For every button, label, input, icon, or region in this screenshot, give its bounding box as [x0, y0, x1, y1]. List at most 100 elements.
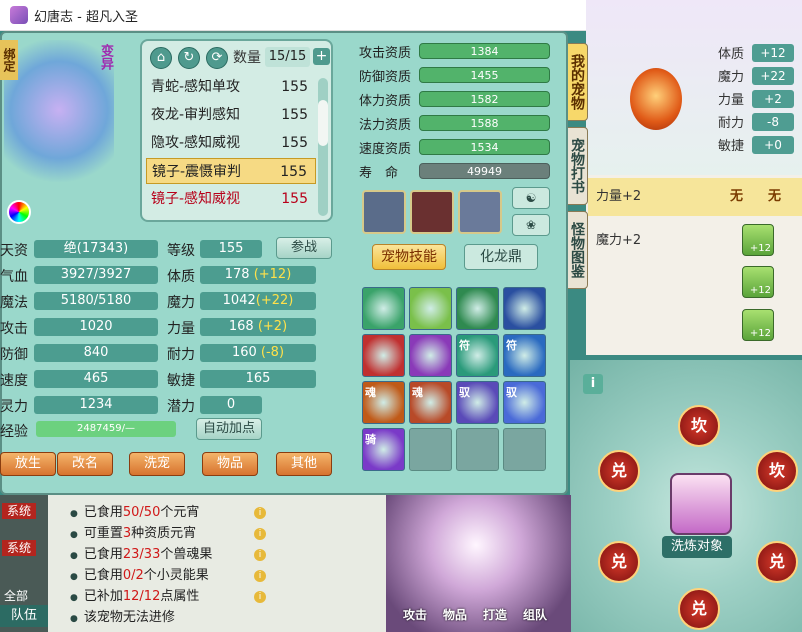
- skill-icon[interactable]: 符: [503, 334, 546, 377]
- skill-slot-empty[interactable]: [409, 428, 452, 471]
- talent-label: 天资: [0, 243, 28, 259]
- aptitude-bar: 49949: [419, 163, 550, 179]
- info-icon[interactable]: i: [254, 528, 266, 540]
- info-count: 3: [122, 526, 132, 541]
- skill-icon[interactable]: 驭: [456, 381, 499, 424]
- color-wheel-icon[interactable]: [7, 200, 31, 224]
- skill-icon[interactable]: 驭: [503, 381, 546, 424]
- attr-row-magic: 魔力+2: [596, 233, 642, 248]
- pet-name: 隐攻-感知威视: [151, 135, 241, 151]
- skill-icon[interactable]: [503, 287, 546, 330]
- pet-list-item[interactable]: 青蛇-感知单攻 155: [146, 74, 316, 100]
- app-icon: [10, 6, 28, 24]
- skill-slot-empty[interactable]: [503, 428, 546, 471]
- pet-list-item[interactable]: 隐攻-感知威视 155: [146, 130, 316, 156]
- add-pet-button[interactable]: +: [313, 48, 330, 65]
- qty-value: 15/15: [265, 47, 310, 67]
- info-text: 种资质元宵: [131, 526, 197, 541]
- pet-name: 青蛇-感知单攻: [151, 79, 241, 95]
- craft-action-button[interactable]: 打造: [476, 602, 514, 628]
- rename-button[interactable]: 改名: [57, 452, 113, 476]
- wash-pet-button[interactable]: 洗宠: [129, 452, 185, 476]
- wash-target-label: 洗炼对象: [662, 536, 732, 558]
- rune-icon[interactable]: 坎: [678, 405, 720, 447]
- refresh-icon[interactable]: ↻: [178, 47, 200, 69]
- skill-icon[interactable]: [362, 334, 405, 377]
- pet-list-scroll-thumb[interactable]: [318, 100, 328, 146]
- team-channel-button[interactable]: 队伍: [0, 605, 48, 627]
- equip-slot-necklace[interactable]: [458, 190, 502, 234]
- info-icon[interactable]: i: [254, 549, 266, 561]
- info-text: 个兽魂果: [160, 547, 213, 562]
- atk-label: 攻击: [0, 321, 28, 337]
- pet-list-scrollbar[interactable]: [318, 78, 328, 216]
- def-label: 防御: [0, 347, 28, 363]
- skill-tag: 符: [459, 339, 470, 352]
- rune-icon[interactable]: 兑: [756, 541, 798, 583]
- rune-icon[interactable]: 兑: [598, 541, 640, 583]
- rune-icon[interactable]: 兑: [678, 588, 720, 630]
- attr-col-b: 无: [768, 189, 782, 204]
- equip-slot-collar[interactable]: [362, 190, 406, 234]
- chat-filter-all[interactable]: 全部: [4, 587, 28, 604]
- pet-list-item[interactable]: 镜子-感知威视 155: [146, 186, 316, 212]
- wash-target-avatar[interactable]: [670, 473, 732, 535]
- other-button[interactable]: 其他: [276, 452, 332, 476]
- right-stat-value: -8: [752, 113, 794, 131]
- skill-icon[interactable]: [362, 287, 405, 330]
- info-icon[interactable]: i: [583, 374, 603, 394]
- aptitude-label: 寿 命: [359, 166, 399, 181]
- aptitude-bar: 1588: [419, 115, 550, 131]
- skill-icon[interactable]: 骑: [362, 428, 405, 471]
- window-title: 幻唐志 - 超凡入圣: [34, 9, 138, 25]
- skill-icon[interactable]: [456, 287, 499, 330]
- spd-label: 速度: [0, 373, 28, 389]
- exp-value: 2487459/—: [77, 423, 135, 434]
- home-icon[interactable]: ⌂: [150, 47, 172, 69]
- skill-icon[interactable]: [409, 334, 452, 377]
- item-action-button[interactable]: 物品: [436, 602, 474, 628]
- info-text: 个小灵能果: [143, 568, 209, 583]
- pet-info-line: 已食用0/2个小灵能果: [70, 566, 209, 586]
- skill-icon[interactable]: 魂: [362, 381, 405, 424]
- tab-pet-skill[interactable]: 宠物技能: [372, 244, 446, 270]
- hp-label: 气血: [0, 269, 28, 285]
- team-action-button[interactable]: 组队: [516, 602, 554, 628]
- attack-action-button[interactable]: 攻击: [396, 602, 434, 628]
- spi-value: 1234: [34, 396, 158, 414]
- con-label: 体质: [167, 269, 195, 285]
- skill-icon[interactable]: [409, 287, 452, 330]
- info-icon[interactable]: i: [254, 591, 266, 603]
- equip-slot-armor[interactable]: [410, 190, 454, 234]
- skill-tag: 驭: [459, 386, 470, 399]
- skill-icon[interactable]: 符: [456, 334, 499, 377]
- info-count: 23/33: [122, 547, 161, 562]
- info-text: 已食用: [83, 568, 123, 583]
- auto-allocate-button[interactable]: 自动加点: [196, 418, 262, 440]
- rotate-icon[interactable]: ⟳: [206, 47, 228, 69]
- tab-dragon-cauldron[interactable]: 化龙鼎: [464, 244, 538, 270]
- skill-tag: 魂: [412, 386, 423, 399]
- pet-list-item[interactable]: 镜子-震慑审判 155: [146, 158, 316, 184]
- battle-button[interactable]: 参战: [276, 237, 332, 259]
- pet-info-line: 已食用50/50个元宵: [70, 503, 200, 523]
- paw-button[interactable]: ❀: [512, 214, 550, 236]
- potion-icon[interactable]: +12: [742, 224, 774, 256]
- items-button[interactable]: 物品: [202, 452, 258, 476]
- potion-icon[interactable]: +12: [742, 266, 774, 298]
- info-icon[interactable]: i: [254, 507, 266, 519]
- info-count: 0/2: [122, 568, 144, 583]
- skill-icon[interactable]: 魂: [409, 381, 452, 424]
- pet-list-item[interactable]: 夜龙-审判感知 155: [146, 102, 316, 128]
- potion-icon[interactable]: +12: [742, 309, 774, 341]
- rune-icon[interactable]: 坎: [756, 450, 798, 492]
- info-icon[interactable]: i: [254, 570, 266, 582]
- pet-name: 夜龙-审判感知: [151, 107, 241, 123]
- hp-value: 3927/3927: [34, 266, 158, 284]
- aptitude-label: 法力资质: [359, 118, 412, 133]
- rune-icon[interactable]: 兑: [598, 450, 640, 492]
- skill-slot-empty[interactable]: [456, 428, 499, 471]
- yin-yang-button[interactable]: ☯: [512, 187, 550, 209]
- grade-label: 等级: [167, 243, 195, 259]
- release-button[interactable]: 放生: [0, 452, 56, 476]
